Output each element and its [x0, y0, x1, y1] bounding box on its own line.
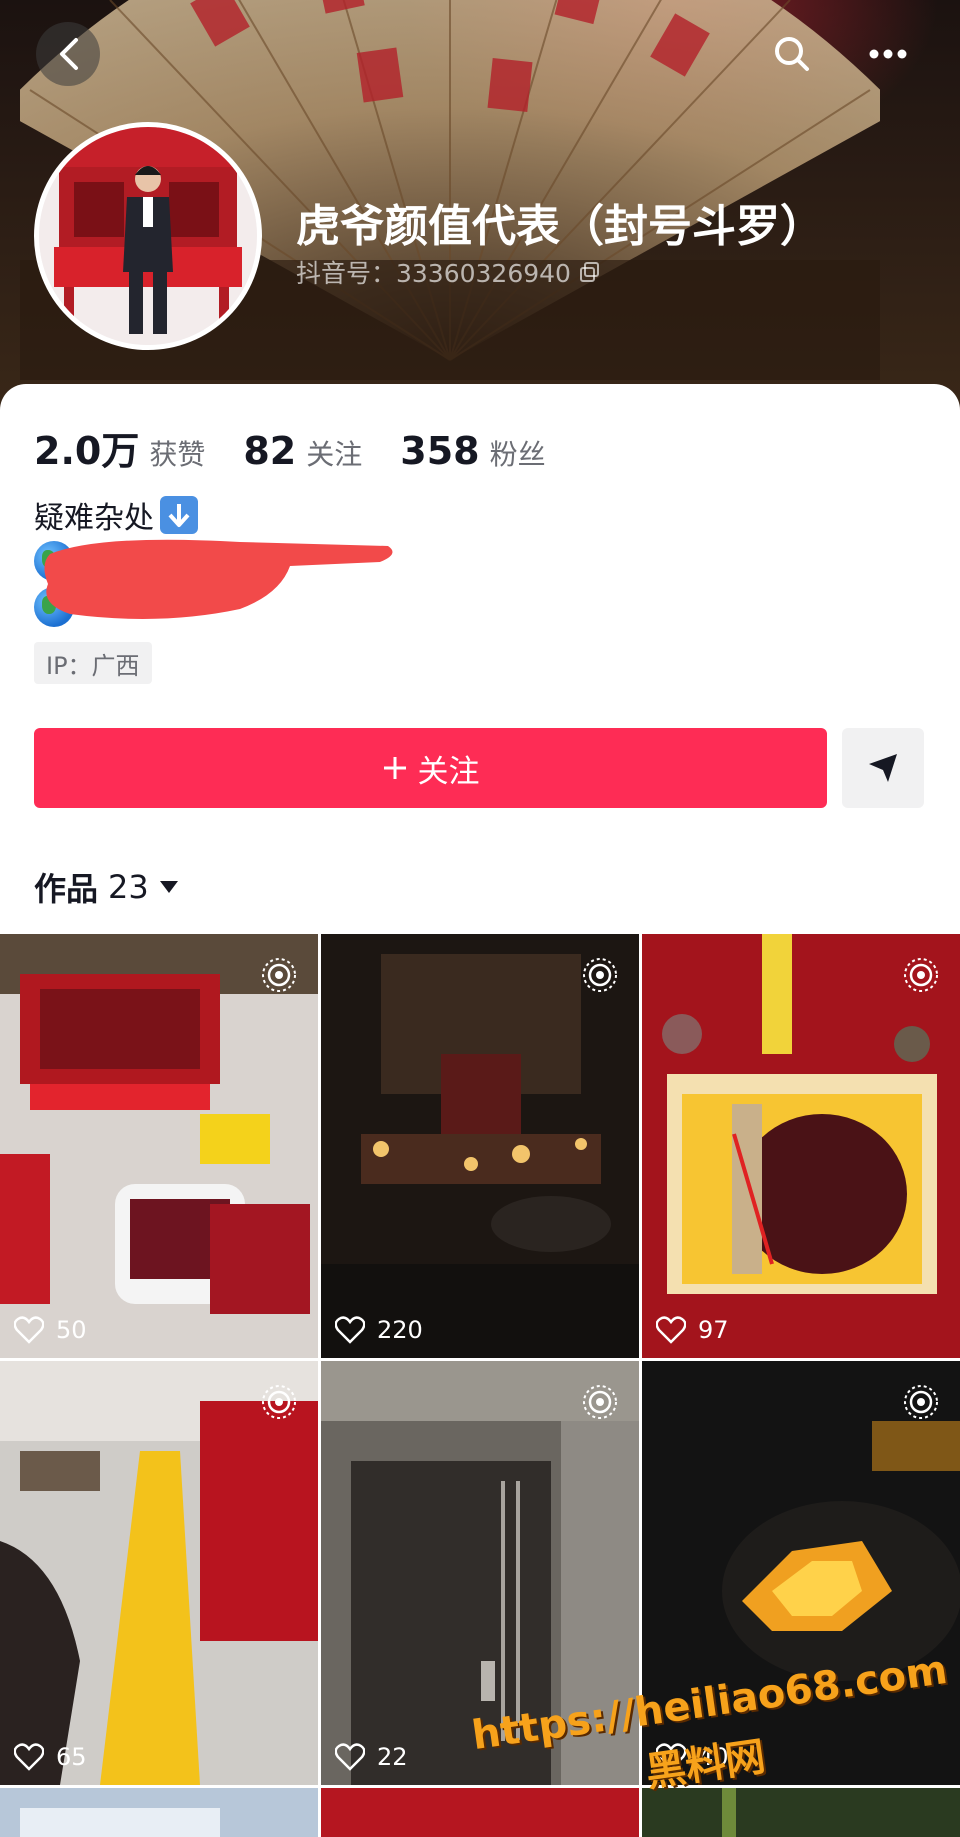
more-dots-icon [869, 49, 907, 59]
caret-down-icon [159, 881, 178, 893]
share-button[interactable] [842, 728, 924, 808]
likes-count[interactable]: 2.0万 [34, 420, 139, 475]
bio-text: 疑难杂处 [34, 501, 154, 536]
profile-nickname: 虎爷颜值代表（封号斗罗） [296, 201, 824, 252]
video-tile[interactable] [0, 1788, 318, 1837]
send-icon [869, 754, 897, 782]
douyin-id: 抖音号：33360326940 [296, 254, 601, 290]
ip-location-tag: IP：广西 [34, 642, 152, 684]
video-thumbnail [321, 934, 639, 1358]
video-likes-count: 50 [56, 1316, 87, 1344]
video-likes: 65 [14, 1743, 87, 1771]
live-photo-icon [583, 1385, 617, 1419]
more-button[interactable] [856, 22, 920, 86]
video-tile[interactable] [642, 1788, 960, 1837]
heart-icon [335, 1743, 365, 1771]
heart-icon [656, 1316, 686, 1344]
heart-icon [335, 1316, 365, 1344]
video-tile[interactable]: 220 [321, 934, 639, 1358]
douyin-id-text: 抖音号：33360326940 [296, 259, 571, 288]
video-thumbnail [642, 1788, 960, 1837]
video-likes: 220 [335, 1316, 423, 1344]
follow-button[interactable]: 关注 [34, 728, 827, 808]
video-tile[interactable]: 97 [642, 934, 960, 1358]
video-likes-count: 97 [698, 1316, 729, 1344]
heart-icon [14, 1316, 44, 1344]
video-thumbnail [642, 934, 960, 1358]
video-thumbnail [0, 1788, 318, 1837]
video-likes: 50 [14, 1316, 87, 1344]
live-photo-icon [583, 958, 617, 992]
avatar[interactable] [34, 122, 262, 350]
followers-label: 粉丝 [489, 438, 546, 471]
search-icon [775, 37, 809, 71]
video-likes: 22 [335, 1743, 408, 1771]
works-tab[interactable]: 作品 23 [34, 864, 179, 910]
video-likes-count: 65 [56, 1743, 87, 1771]
following-count[interactable]: 82 [243, 429, 296, 473]
video-likes: 97 [656, 1316, 729, 1344]
back-button[interactable] [36, 22, 100, 86]
video-tile[interactable]: 50 [0, 934, 318, 1358]
works-label: 作品 [34, 870, 99, 908]
video-likes-count: 22 [377, 1743, 408, 1771]
video-tile[interactable] [321, 1788, 639, 1837]
heart-icon [14, 1743, 44, 1771]
down-arrow-icon [160, 496, 198, 534]
follow-label: 关注 [417, 753, 480, 790]
copy-icon[interactable] [579, 261, 601, 283]
redaction-mark [44, 539, 393, 619]
chevron-left-icon [60, 38, 78, 70]
video-thumbnail [0, 934, 318, 1358]
live-photo-icon [262, 958, 296, 992]
following-label: 关注 [306, 438, 363, 471]
profile-stats: 2.0万 获赞 82 关注 358 粉丝 [34, 420, 584, 475]
video-likes-count: 220 [377, 1316, 423, 1344]
live-photo-icon [904, 1385, 938, 1419]
video-tile[interactable]: 65 [0, 1361, 318, 1785]
works-count: 23 [108, 868, 149, 906]
live-photo-icon [904, 958, 938, 992]
video-thumbnail [321, 1788, 639, 1837]
live-photo-icon [262, 1385, 296, 1419]
plus-icon [383, 757, 406, 779]
search-button[interactable] [760, 22, 824, 86]
likes-label: 获赞 [149, 438, 206, 471]
profile-banner: 虎爷颜值代表（封号斗罗） 抖音号：33360326940 [0, 0, 960, 420]
avatar-image [39, 127, 257, 345]
video-thumbnail [0, 1361, 318, 1785]
bio-line: 疑难杂处 [34, 492, 198, 538]
followers-count[interactable]: 358 [400, 429, 479, 473]
